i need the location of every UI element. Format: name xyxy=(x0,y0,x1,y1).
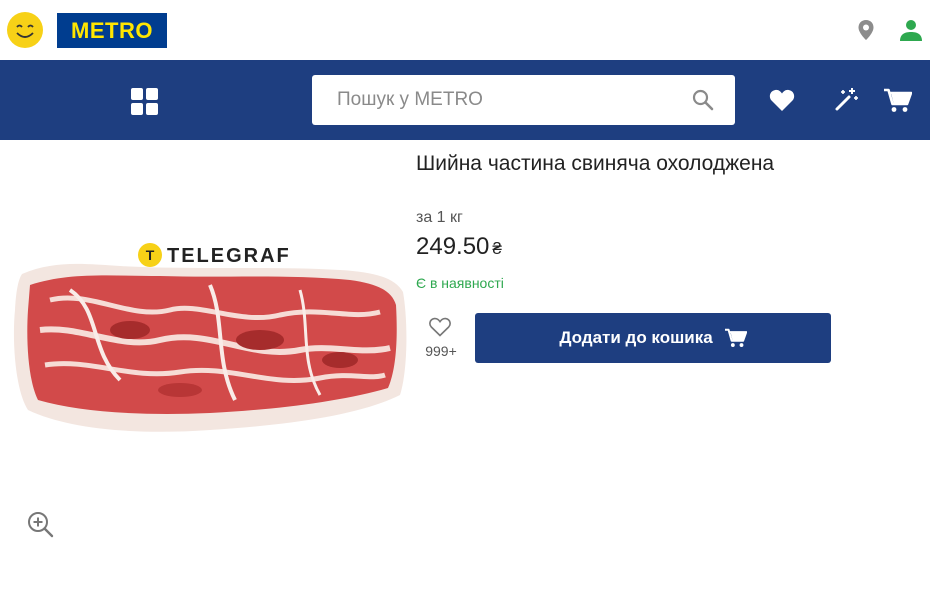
add-to-cart-label: Додати до кошика xyxy=(559,328,713,347)
currency-symbol: ₴ xyxy=(492,239,502,258)
favorites-count: 999+ xyxy=(425,343,457,359)
zoom-in-icon[interactable] xyxy=(27,511,54,538)
magic-wand-icon[interactable] xyxy=(834,86,860,112)
search-icon[interactable] xyxy=(692,89,714,111)
cart-icon[interactable] xyxy=(884,88,912,113)
product-price: 249.50 ₴ xyxy=(416,233,502,261)
availability-status: Є в наявності xyxy=(416,275,504,291)
metro-logo[interactable]: METRO xyxy=(57,13,167,48)
product-title: Шийна частина свиняча охолоджена xyxy=(416,152,775,175)
cart-icon xyxy=(724,328,747,347)
search-box xyxy=(312,75,735,125)
location-pin-icon[interactable] xyxy=(856,19,876,41)
svg-text:T: T xyxy=(146,247,155,263)
smiley-icon[interactable] xyxy=(7,12,43,48)
price-unit: за 1 кг xyxy=(416,209,463,226)
watermark-text: TELEGRAF xyxy=(167,245,291,267)
user-icon[interactable] xyxy=(899,19,923,41)
product-image[interactable]: T TELEGRAF xyxy=(10,230,415,445)
heart-icon[interactable] xyxy=(769,88,795,112)
price-value: 249.50 xyxy=(416,233,490,260)
add-to-cart-button[interactable]: Додати до кошика xyxy=(475,313,831,363)
search-input[interactable] xyxy=(312,75,682,125)
grid-menu-icon[interactable] xyxy=(131,88,158,115)
favorite-heart-icon[interactable] xyxy=(429,317,451,337)
